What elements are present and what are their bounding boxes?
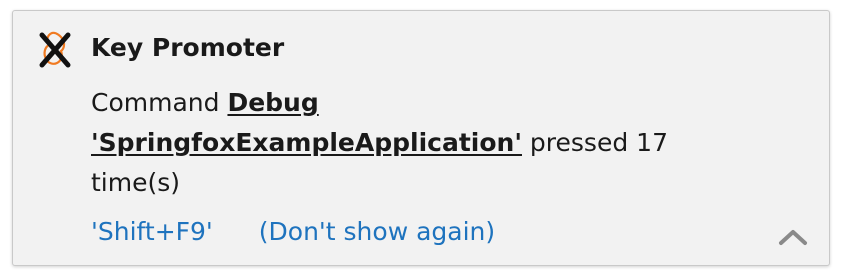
command-name-target: 'SpringfoxExampleApplication' <box>91 128 522 157</box>
chevron-up-icon[interactable] <box>775 223 811 251</box>
pressed-count-text: pressed 17 <box>521 128 668 157</box>
notification-message: Command Debug 'SpringfoxExampleApplicatio… <box>91 83 711 203</box>
shortcut-link[interactable]: 'Shift+F9' <box>91 217 213 246</box>
notification-title: Key Promoter <box>91 33 285 62</box>
key-promoter-icon <box>39 31 71 68</box>
key-promoter-notification: Key Promoter Command Debug 'SpringfoxExam… <box>12 10 830 266</box>
dont-show-again-link[interactable]: (Don't show again) <box>259 217 495 246</box>
notification-actions: 'Shift+F9' (Don't show again) <box>91 217 495 246</box>
message-prefix: Command <box>91 88 228 117</box>
message-suffix: time(s) <box>91 168 181 197</box>
command-name-debug: Debug <box>227 88 319 117</box>
